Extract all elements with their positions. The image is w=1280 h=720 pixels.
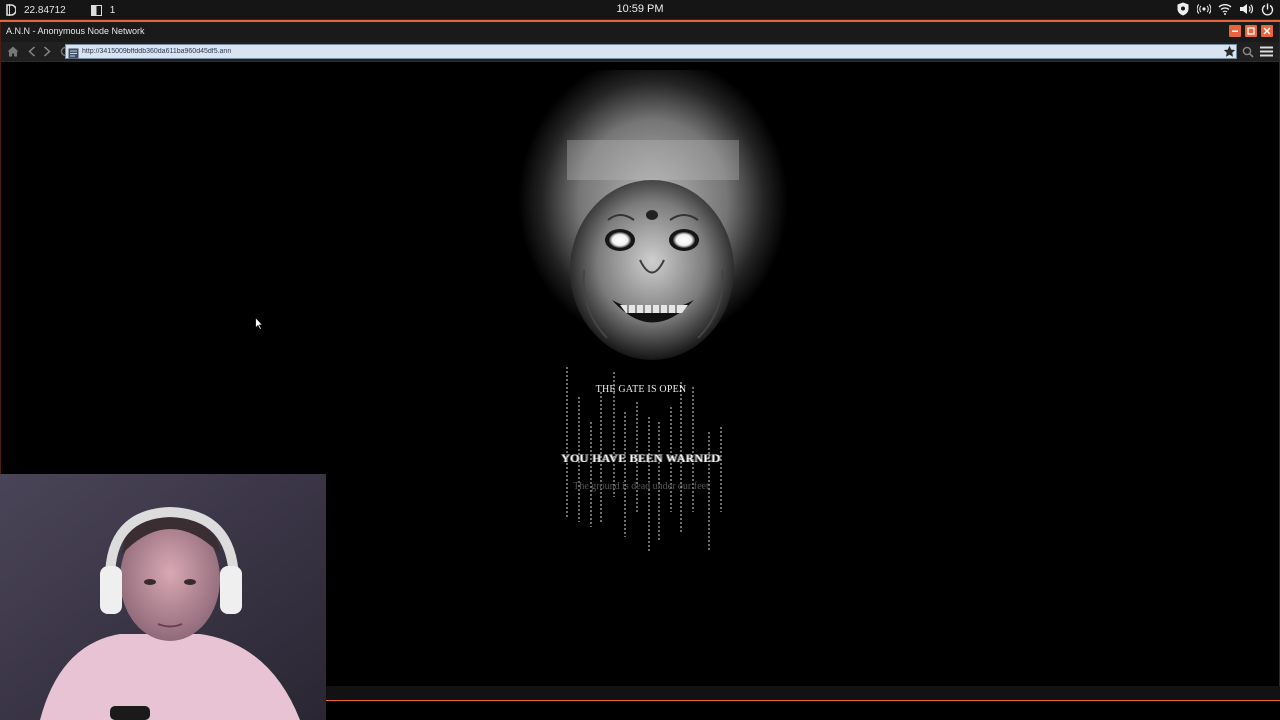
mouse-cursor-icon [255,317,263,330]
volume-icon[interactable] [1239,2,1253,16]
power-icon[interactable] [1260,2,1274,16]
bottom-accent-line [325,700,1280,701]
home-icon[interactable] [6,45,19,58]
gate-open-text: THE GATE IS OPEN [595,384,687,395]
wifi-icon[interactable] [1218,2,1232,16]
shield-icon[interactable] [1176,2,1190,16]
radio-icon[interactable] [1197,2,1211,16]
creepy-face-image [518,70,788,360]
bookmark-star-icon[interactable] [1223,45,1237,59]
close-button[interactable] [1261,25,1273,37]
os-status-bar: 22.84712 1 10:59 PM [0,0,1280,20]
maximize-button[interactable] [1245,25,1257,37]
address-bar[interactable] [65,44,1237,59]
webcam-overlay [0,474,326,720]
forward-icon[interactable] [40,45,53,58]
back-icon[interactable] [25,45,38,58]
taskbar-strip [325,686,1280,700]
browser-toolbar [1,42,1279,62]
menu-icon[interactable] [1260,45,1273,58]
warning-text: YOU HAVE BEEN WARNED [561,451,721,465]
minimize-button[interactable] [1229,25,1241,37]
url-input[interactable] [79,48,1179,55]
search-icon[interactable] [1241,45,1254,58]
site-icon [68,46,79,59]
window-titlebar[interactable]: A.N.N - Anonymous Node Network [1,22,1279,42]
window-title: A.N.N - Anonymous Node Network [6,26,145,36]
clock: 10:59 PM [616,3,664,15]
